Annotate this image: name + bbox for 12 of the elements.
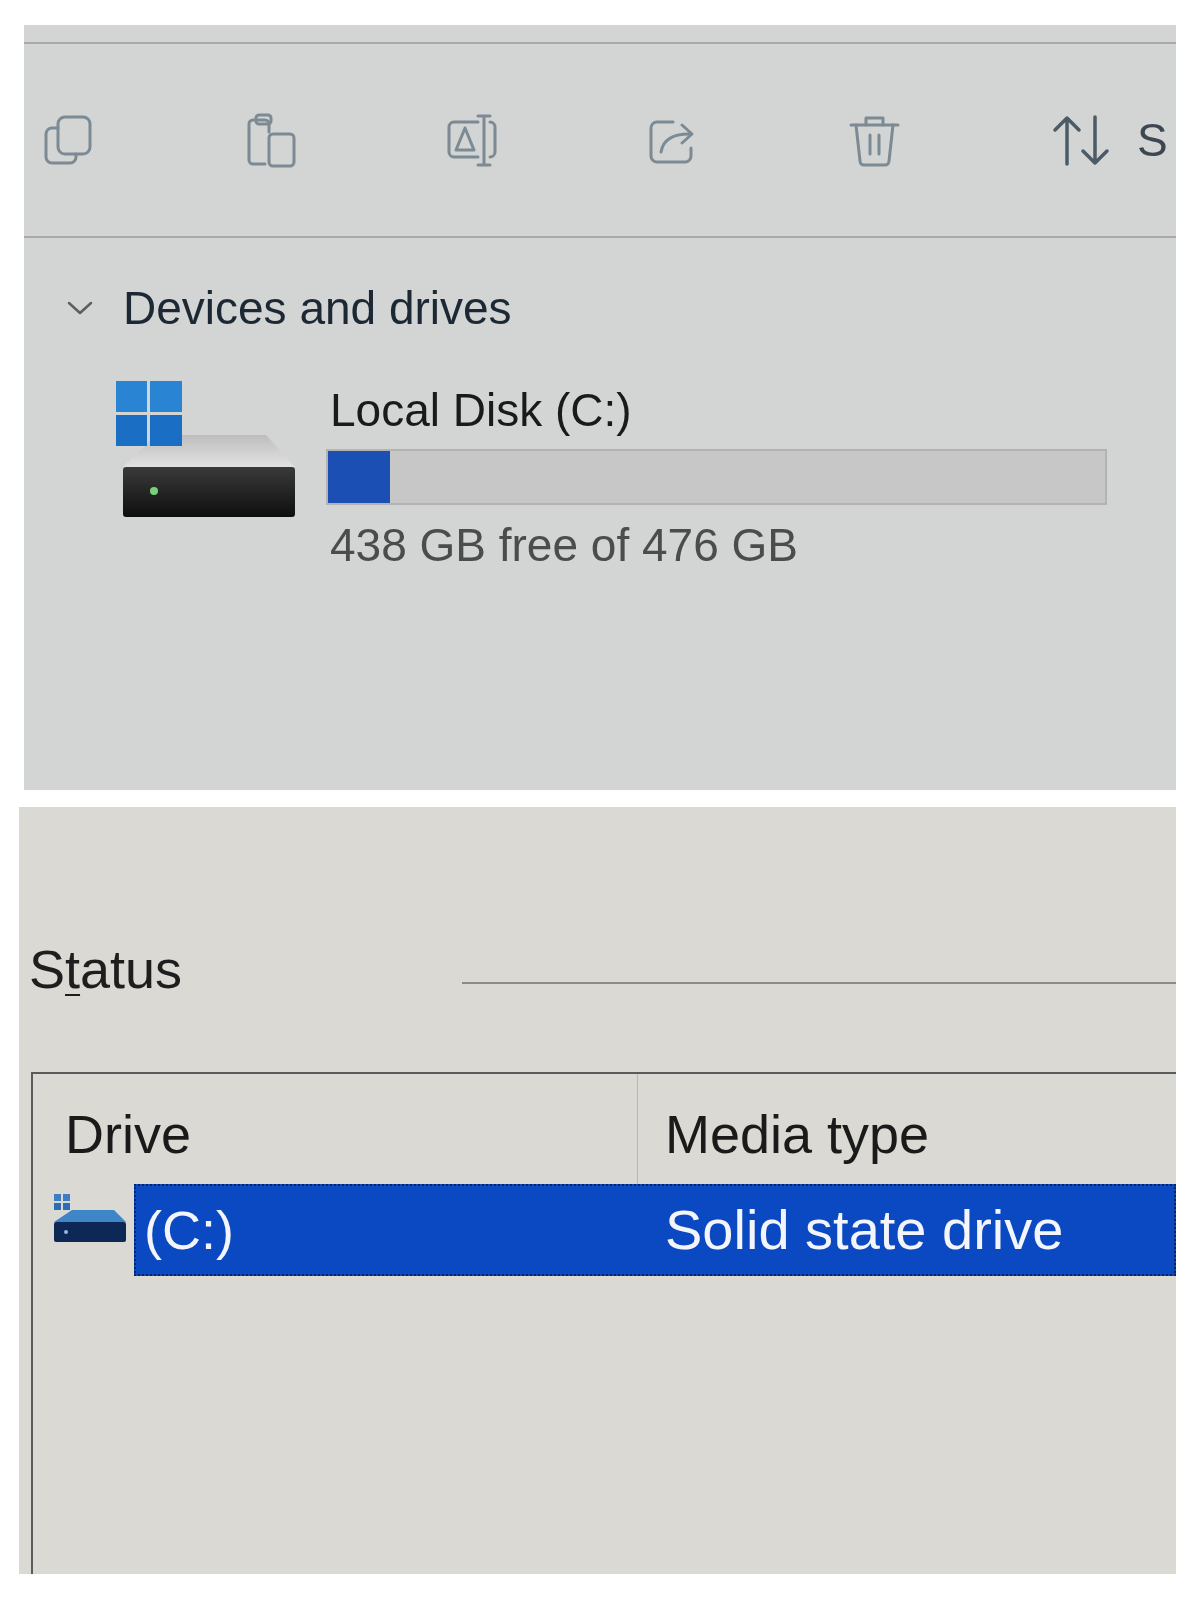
table-cell: Solid state drive bbox=[665, 1199, 1064, 1261]
table-row[interactable]: (C:) Solid state drive bbox=[134, 1184, 1176, 1276]
column-header[interactable]: Media type bbox=[638, 1074, 1176, 1184]
table-cell-text: (C:) bbox=[143, 1199, 235, 1261]
hard-drive-icon bbox=[54, 1194, 126, 1244]
section-title: Devices and drives bbox=[123, 281, 512, 336]
drive-name[interactable]: Local Disk (C:) bbox=[326, 384, 1107, 437]
hard-drive-icon bbox=[116, 381, 295, 520]
group-label: Status bbox=[29, 938, 183, 1000]
sort-button[interactable]: S bbox=[1049, 111, 1168, 169]
free-space-text: 438 GB free of 476 GB bbox=[329, 519, 799, 572]
chevron-down-icon[interactable] bbox=[67, 300, 93, 316]
